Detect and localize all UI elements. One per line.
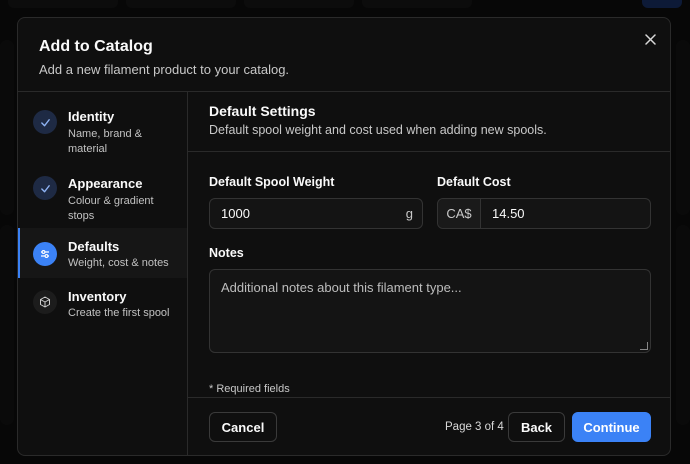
notes-textarea[interactable]: Additional notes about this filament typ…	[209, 269, 651, 353]
steps-sidebar: Identity Name, brand & material Appearan…	[18, 92, 188, 455]
section-header: Default Settings Default spool weight an…	[188, 92, 670, 152]
box-icon	[33, 290, 57, 314]
spool-weight-value: 1000	[221, 206, 250, 221]
resize-handle-icon[interactable]	[640, 342, 648, 350]
add-to-catalog-dialog: Add to Catalog Add a new filament produc…	[17, 17, 671, 456]
spool-weight-input[interactable]: 1000 g	[209, 198, 423, 229]
step-appearance[interactable]: Appearance Colour & gradient stops	[18, 166, 187, 228]
weight-unit: g	[405, 206, 413, 221]
close-icon	[644, 33, 656, 45]
step-description: Name, brand & material	[68, 128, 142, 155]
step-identity[interactable]: Identity Name, brand & material	[18, 92, 187, 166]
step-defaults[interactable]: Defaults Weight, cost & notes	[18, 228, 187, 278]
notes-placeholder: Additional notes about this filament typ…	[221, 280, 462, 295]
dialog-footer: Cancel Page 3 of 4 Back Continue	[188, 397, 670, 455]
check-icon	[33, 110, 57, 134]
default-cost-value: 14.50	[492, 206, 525, 221]
step-description: Colour & gradient stops	[68, 195, 154, 222]
default-cost-input[interactable]: CA$ 14.50	[437, 198, 651, 229]
dialog-description: Add a new filament product to your catal…	[39, 62, 290, 77]
spool-weight-label: Default Spool Weight	[209, 175, 335, 189]
page-indicator: Page 3 of 4	[445, 421, 504, 433]
step-description: Create the first spool	[68, 307, 170, 319]
step-label: Appearance	[68, 176, 143, 191]
default-cost-label: Default Cost	[437, 175, 511, 189]
step-label: Inventory	[68, 289, 127, 304]
step-inventory[interactable]: Inventory Create the first spool	[18, 278, 187, 328]
notes-label: Notes	[209, 246, 244, 260]
required-fields-note: * Required fields	[209, 383, 290, 395]
section-title: Default Settings	[209, 103, 316, 119]
dialog-header: Add to Catalog Add a new filament produc…	[18, 18, 670, 92]
step-description: Weight, cost & notes	[68, 257, 169, 269]
step-content: Default Settings Default spool weight an…	[188, 92, 670, 455]
section-description: Default spool weight and cost used when …	[209, 123, 547, 137]
currency-prefix: CA$	[438, 199, 481, 228]
cancel-button[interactable]: Cancel	[209, 412, 277, 442]
continue-button[interactable]: Continue	[572, 412, 651, 442]
close-button[interactable]	[640, 29, 660, 49]
check-icon	[33, 176, 57, 200]
step-label: Defaults	[68, 239, 120, 254]
back-button[interactable]: Back	[508, 412, 565, 442]
sliders-icon	[33, 242, 57, 266]
step-label: Identity	[68, 109, 115, 124]
dialog-title: Add to Catalog	[39, 38, 153, 55]
